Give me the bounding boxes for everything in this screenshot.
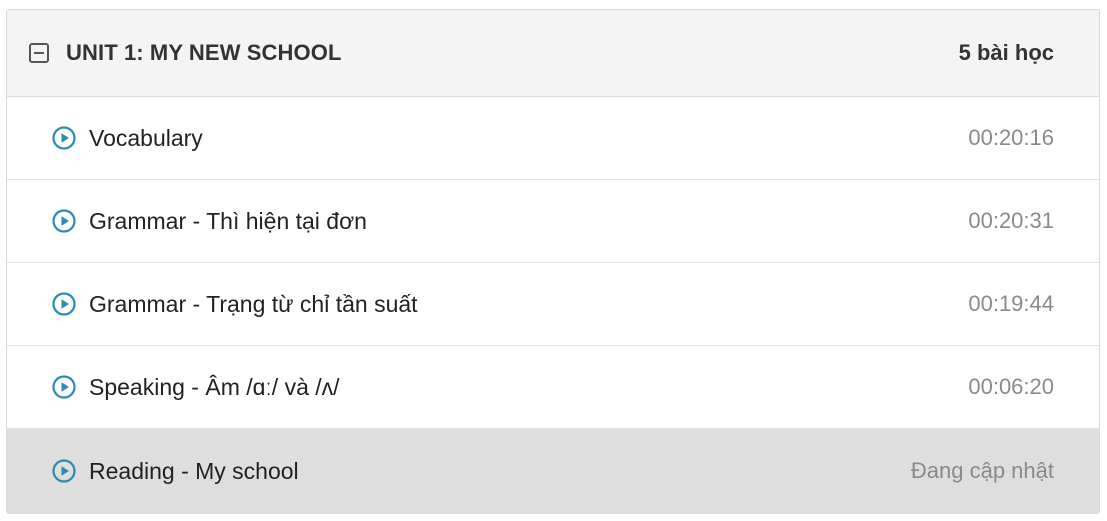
lesson-row[interactable]: Grammar - Trạng từ chỉ tần suất 00:19:44 — [7, 263, 1099, 346]
play-circle-icon — [52, 209, 76, 233]
unit-title: UNIT 1: MY NEW SCHOOL — [66, 40, 342, 65]
lesson-row[interactable]: Grammar - Thì hiện tại đơn 00:20:31 — [7, 180, 1099, 263]
lesson-title: Grammar - Trạng từ chỉ tần suất — [89, 290, 418, 317]
lesson-duration: 00:19:44 — [968, 291, 1054, 316]
play-circle-icon — [52, 292, 76, 316]
lesson-row[interactable]: Vocabulary 00:20:16 — [7, 97, 1099, 180]
lesson-row-active[interactable]: Reading - My school Đang cập nhật — [7, 429, 1099, 513]
lesson-duration: 00:20:31 — [968, 208, 1054, 233]
lesson-duration: 00:06:20 — [968, 374, 1054, 399]
play-circle-icon — [52, 375, 76, 399]
play-circle-icon — [52, 126, 76, 150]
lesson-title: Reading - My school — [89, 457, 299, 484]
lesson-title: Vocabulary — [89, 124, 203, 151]
lesson-duration: 00:20:16 — [968, 125, 1054, 150]
unit-header[interactable]: UNIT 1: MY NEW SCHOOL 5 bài học — [7, 10, 1099, 97]
lesson-status: Đang cập nhật — [910, 458, 1054, 483]
lesson-count: 5 bài học — [958, 40, 1054, 65]
unit-panel: UNIT 1: MY NEW SCHOOL 5 bài học Vocabula… — [6, 9, 1100, 514]
play-circle-icon — [52, 459, 76, 483]
minus-square-icon[interactable] — [29, 43, 49, 63]
lesson-title: Speaking - Âm /ɑː/ và /ʌ/ — [89, 373, 340, 400]
lesson-title: Grammar - Thì hiện tại đơn — [89, 207, 367, 234]
lesson-row[interactable]: Speaking - Âm /ɑː/ và /ʌ/ 00:06:20 — [7, 346, 1099, 429]
